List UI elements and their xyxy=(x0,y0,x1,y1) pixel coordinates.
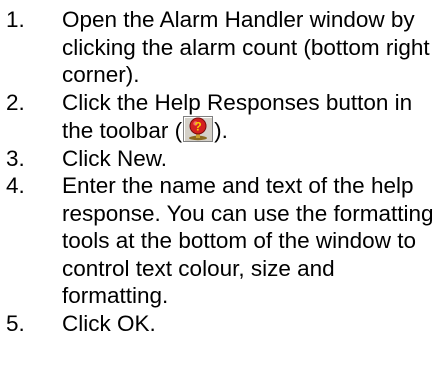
help-responses-icon: ? xyxy=(183,116,214,142)
step-2: 2. Click the Help Responses button in th… xyxy=(0,89,444,145)
step-text: Click New. xyxy=(62,145,444,173)
step-5: 5. Click OK. xyxy=(0,310,444,338)
step-text: Click the Help Responses button in the t… xyxy=(62,89,444,145)
step-text-after-icon: ). xyxy=(214,118,228,143)
step-4: 4. Enter the name and text of the help r… xyxy=(0,172,444,310)
step-text-content: Open the Alarm Handler window by clickin… xyxy=(62,7,430,87)
step-number: 2. xyxy=(6,89,25,115)
step-number: 5. xyxy=(6,310,25,336)
svg-text:?: ? xyxy=(194,120,201,134)
step-number: 3. xyxy=(6,145,25,171)
step-text-content: Enter the name and text of the help resp… xyxy=(62,173,434,308)
step-text: Open the Alarm Handler window by clickin… xyxy=(62,6,444,89)
step-1: 1. Open the Alarm Handler window by clic… xyxy=(0,6,444,89)
step-text-before-icon: Click the Help Responses button in the t… xyxy=(62,89,413,144)
step-text-content: Click OK. xyxy=(62,310,156,336)
step-number: 1. xyxy=(6,7,25,32)
step-3: 3. Click New. xyxy=(0,145,444,173)
instruction-steps: 1. Open the Alarm Handler window by clic… xyxy=(0,6,444,337)
step-text: Enter the name and text of the help resp… xyxy=(62,172,444,310)
step-text-content: Click New. xyxy=(62,145,168,171)
step-text: Click OK. xyxy=(62,310,444,338)
step-number: 4. xyxy=(6,173,25,198)
